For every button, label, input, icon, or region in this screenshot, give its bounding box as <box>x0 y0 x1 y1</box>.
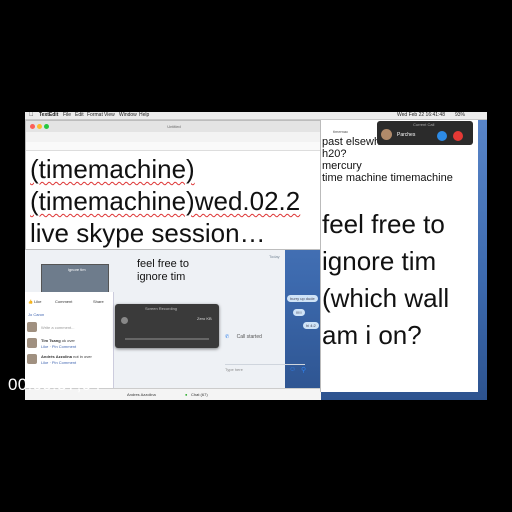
comment-input[interactable]: Write a comment... <box>41 325 75 330</box>
zoom-icon[interactable] <box>44 124 49 129</box>
text-line-2-content: (timemachine)wed.02.2 <box>30 186 301 216</box>
commenter-name[interactable]: Tim Tsang <box>41 338 61 343</box>
record-icon[interactable] <box>121 317 128 324</box>
timecode-overlay: 00:00:57;04 <box>8 375 102 394</box>
avatar <box>27 338 37 348</box>
menu-format[interactable]: Format <box>87 112 103 119</box>
video-frame:  TextEdit File Edit Format View Window … <box>25 112 487 400</box>
minimize-icon[interactable] <box>37 124 42 129</box>
menu-bar:  TextEdit File Edit Format View Window … <box>25 112 487 120</box>
small-line: time machine timemachine <box>322 172 453 184</box>
small-line: h20? <box>322 148 347 160</box>
attach-icon[interactable]: ⚲ <box>301 366 306 374</box>
current-call-title: Current Call <box>413 122 435 127</box>
close-icon[interactable] <box>30 124 35 129</box>
small-line: mercury <box>322 160 362 172</box>
end-call-icon[interactable] <box>453 131 463 141</box>
poster-name[interactable]: Jo Caron <box>28 312 44 317</box>
screen-recording-title: Screen Recording <box>145 306 178 311</box>
comment-text: not in over <box>73 354 92 359</box>
info-icon[interactable] <box>437 131 447 141</box>
big-line: ignore tim <box>322 246 437 276</box>
chat-bubble: hi 4:2 <box>303 322 319 329</box>
apple-icon[interactable]:  <box>29 112 34 119</box>
chat-bubble: hurry up dude <box>287 295 318 302</box>
ruler[interactable] <box>26 142 322 151</box>
today-label: Today <box>269 254 280 259</box>
avatar <box>27 354 37 364</box>
comment-text: ok over <box>61 338 75 343</box>
comment-item: Tim Tsang ok over <box>41 338 75 343</box>
big-line: (which wall <box>322 283 450 313</box>
big-line: feel free to <box>322 209 445 239</box>
text-line-1-content: (timemachine) <box>30 154 195 184</box>
text-line-3: live skype session… <box>30 218 266 248</box>
battery-status[interactable]: 93% <box>455 112 465 119</box>
emoji-icon[interactable]: ☺ <box>289 366 296 373</box>
comment-item: Andrés Azzolina not in over <box>41 354 92 359</box>
right-panel-big-text: feel free to ignore tim (which wall am i… <box>322 206 449 354</box>
textedit-window: Untitled (timemachine) (timemachine)wed.… <box>25 120 322 250</box>
recording-size: Zero KB <box>197 316 212 321</box>
chat-bubble: !!!!! <box>293 309 305 316</box>
text-line-2: (timemachine)wed.02.2 <box>30 186 300 216</box>
online-dot-icon: ● <box>185 392 188 397</box>
menu-edit[interactable]: Edit <box>75 112 84 119</box>
call-started-row: ✆ Call started <box>225 334 262 340</box>
menu-clock[interactable]: Wed Feb 22 16:41:48 <box>397 112 445 119</box>
volume-slider[interactable] <box>125 338 209 340</box>
skype-message-line-2: ignore tim <box>137 271 186 283</box>
commenter-name[interactable]: Andrés Azzolina <box>41 354 72 359</box>
call-started-label: Call started <box>236 334 262 340</box>
menu-window[interactable]: Window <box>119 112 137 119</box>
text-line-1: (timemachine) <box>30 154 195 184</box>
caller-avatar <box>381 129 392 140</box>
chat-count[interactable]: Chat (67) <box>191 389 208 400</box>
comment-meta[interactable]: Like · Pin Comment <box>41 344 76 349</box>
comment-meta[interactable]: Like · Pin Comment <box>41 360 76 365</box>
skype-message: feel free to ignore tim <box>137 258 189 284</box>
current-call-popup: Current Call Parches <box>377 121 473 145</box>
window-title: Untitled <box>167 124 181 129</box>
menu-view[interactable]: View <box>104 112 115 119</box>
phone-icon: ✆ <box>225 334 230 340</box>
skype-message-line-1: feel free to <box>137 258 189 270</box>
gif-label: ignore tim <box>68 267 86 272</box>
big-line: am i on? <box>322 320 422 350</box>
screen-recording-widget: Screen Recording Zero KB <box>115 304 219 348</box>
like-action[interactable]: 👍 Like <box>28 299 41 304</box>
panel-tab[interactable]: timemac <box>333 129 348 134</box>
share-action[interactable]: Share <box>93 299 104 304</box>
menu-help[interactable]: Help <box>139 112 149 119</box>
contact-name[interactable]: Andres Azzolina <box>127 389 156 400</box>
gif-thumbnail: ignore tim <box>41 264 109 294</box>
like-label: Like <box>34 299 42 304</box>
caller-name: Parches <box>397 132 416 138</box>
comment-action[interactable]: Comment <box>55 299 72 304</box>
avatar <box>27 322 37 332</box>
menu-app-name[interactable]: TextEdit <box>39 112 58 119</box>
menu-file[interactable]: File <box>63 112 71 119</box>
